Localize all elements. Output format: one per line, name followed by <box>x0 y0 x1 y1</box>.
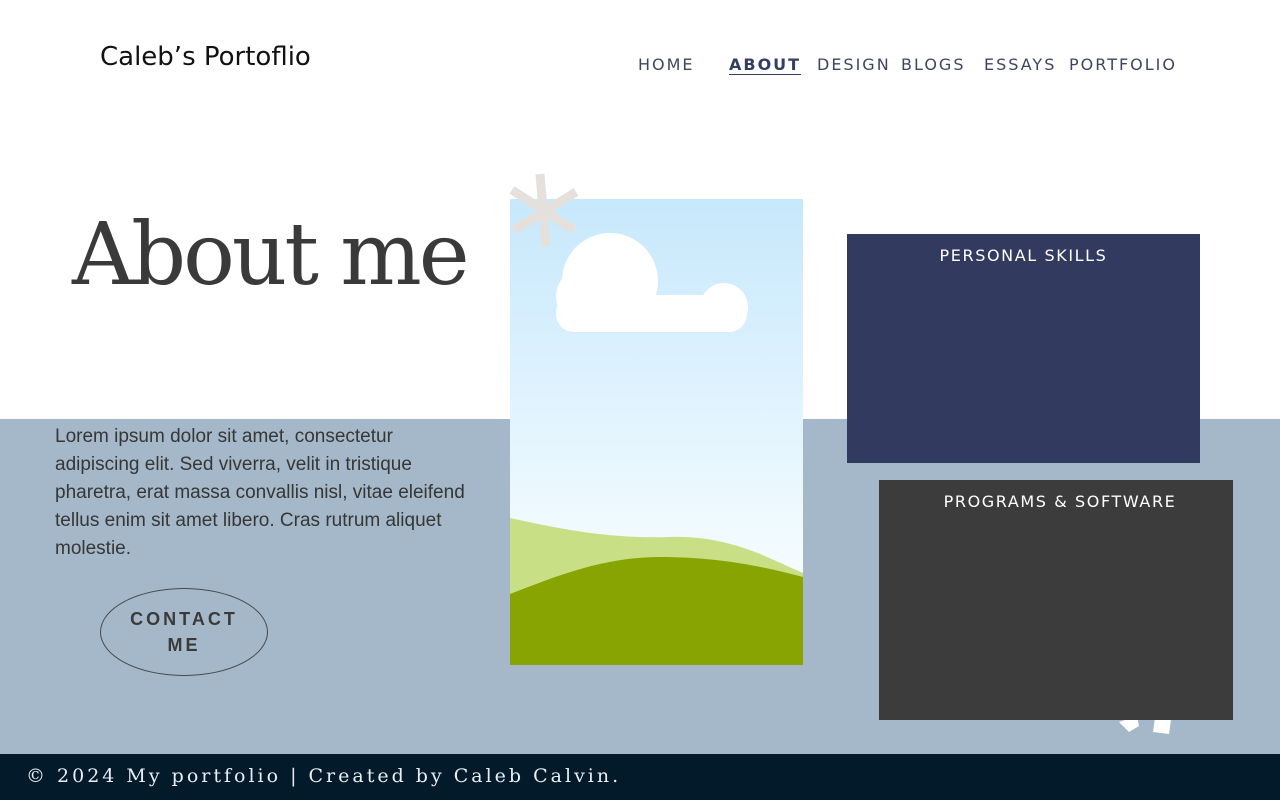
personal-skills-title: PERSONAL SKILLS <box>939 246 1108 265</box>
landscape-illustration <box>510 199 803 665</box>
contact-me-button[interactable]: CONTACT ME <box>100 588 268 676</box>
programs-software-panel: PROGRAMS & SOFTWARE <box>879 480 1233 720</box>
nav-item-design[interactable]: DESIGN <box>817 55 891 74</box>
page-title: About me <box>72 205 470 305</box>
footer-copyright: © 2024 My portfolio | Created by Caleb C… <box>26 765 622 787</box>
asterisk-icon <box>509 173 579 247</box>
intro-paragraph: Lorem ipsum dolor sit amet, consectetur … <box>55 426 465 559</box>
personal-skills-panel: PERSONAL SKILLS <box>847 234 1200 463</box>
nav-item-about[interactable]: ABOUT <box>729 55 801 74</box>
nav-item-home[interactable]: HOME <box>638 55 695 74</box>
footer: © 2024 My portfolio | Created by Caleb C… <box>0 754 1280 800</box>
nav-item-blogs[interactable]: BLOGS <box>901 55 965 74</box>
nav-item-portfolio[interactable]: PORTFOLIO <box>1069 55 1177 74</box>
programs-software-title: PROGRAMS & SOFTWARE <box>943 492 1177 511</box>
nav-item-essays[interactable]: ESSAYS <box>984 55 1056 74</box>
main-nav: HOME ABOUT DESIGN BLOGS ESSAYS PORTFOLIO <box>0 55 1280 77</box>
